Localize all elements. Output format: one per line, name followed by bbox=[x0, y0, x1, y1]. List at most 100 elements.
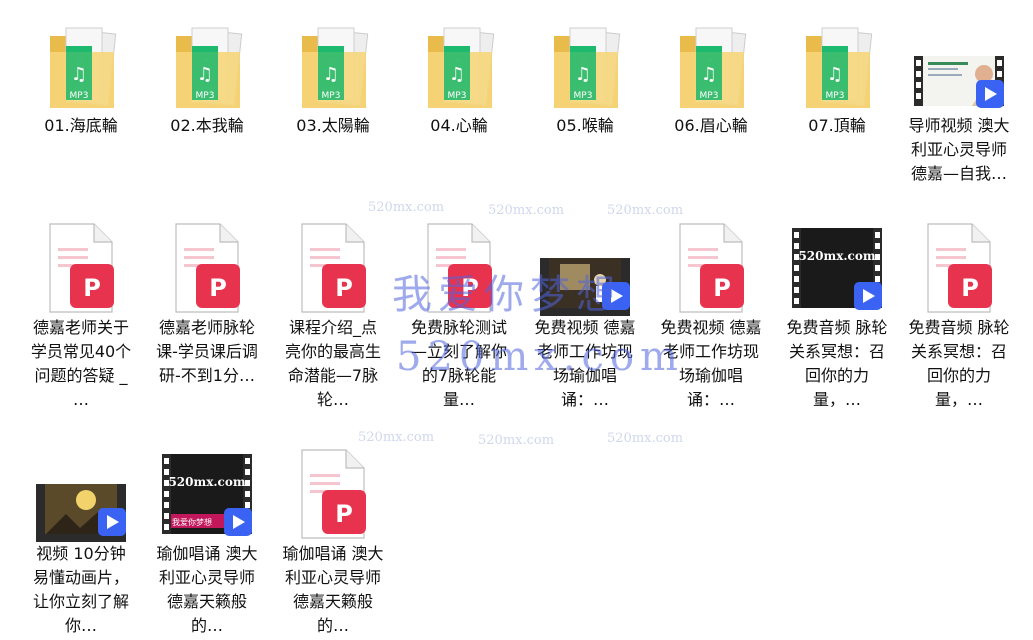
svg-text:我爱你梦想: 我爱你梦想 bbox=[172, 517, 212, 527]
folder-mp3-icon: ♫ MP3 ♫ MP3 bbox=[50, 27, 117, 108]
svg-text:MP3: MP3 bbox=[70, 91, 89, 101]
video-file-item[interactable]: 免费视频 德嘉老师工作坊现场瑜伽唱诵：… bbox=[530, 220, 640, 412]
file-name-label: 04.心輪 bbox=[430, 116, 488, 135]
file-icon[interactable]: 520mx.com bbox=[792, 220, 882, 316]
file-name-label: 02.本我輪 bbox=[170, 116, 244, 135]
pdf-file-item[interactable]: P 德嘉老师脉轮课-学员课后调研-不到1分… bbox=[152, 220, 262, 388]
folder-mp3-icon: ♫ MP3 ♫ MP3 bbox=[680, 27, 747, 108]
file-icon[interactable]: 520mx.com 我爱你梦想 bbox=[162, 446, 252, 542]
video-thumb-icon: 520mx.com bbox=[792, 228, 882, 310]
video-badge-icon bbox=[854, 282, 882, 310]
svg-text:MP3: MP3 bbox=[196, 91, 215, 101]
video-file-item[interactable]: 导师视频 澳大利亚心灵导师德嘉—自我… bbox=[904, 18, 1014, 186]
file-icon[interactable]: P bbox=[666, 220, 756, 316]
file-icon[interactable]: ♫ MP3 ♫ MP3 bbox=[162, 18, 252, 114]
svg-text:MP3: MP3 bbox=[448, 91, 467, 101]
pdf-file-icon: P bbox=[301, 449, 366, 539]
pdf-file-item[interactable]: P 免费音频 脉轮关系冥想：召回你的力量，… bbox=[904, 220, 1014, 412]
folder-item[interactable]: ♫ MP3 ♫ MP3 03.太陽輪 bbox=[278, 18, 388, 138]
file-icon[interactable]: ♫ MP3 ♫ MP3 bbox=[540, 18, 630, 114]
pdf-file-item[interactable]: P 德嘉老师关于学员常见40个问题的答疑 _ … bbox=[26, 220, 136, 412]
folder-item[interactable]: ♫ MP3 ♫ MP3 06.眉心輪 bbox=[656, 18, 766, 138]
file-name-label: 免费音频 脉轮关系冥想：召回你的力量，… bbox=[908, 318, 1010, 409]
file-name-label: 德嘉老师脉轮课-学员课后调研-不到1分… bbox=[156, 318, 258, 385]
file-icon[interactable]: P bbox=[288, 220, 378, 316]
pdf-file-icon: P bbox=[175, 223, 240, 313]
file-name-label: 06.眉心輪 bbox=[674, 116, 748, 135]
file-name-label: 免费视频 德嘉老师工作坊现场瑜伽唱诵：… bbox=[660, 318, 762, 409]
video-thumb-icon: 520mx.com 我爱你梦想 bbox=[162, 454, 252, 536]
video-badge-icon bbox=[98, 508, 126, 536]
svg-text:P: P bbox=[83, 274, 101, 302]
file-name-label: 05.喉輪 bbox=[556, 116, 614, 135]
svg-text:MP3: MP3 bbox=[574, 91, 593, 101]
file-name-label: 03.太陽輪 bbox=[296, 116, 370, 135]
file-name-label: 免费脉轮测试—立刻了解你的7脉轮能量… bbox=[410, 318, 507, 409]
file-icon[interactable]: P bbox=[288, 446, 378, 542]
pdf-file-icon: P bbox=[301, 223, 366, 313]
video-badge-icon bbox=[976, 80, 1004, 108]
svg-text:♫: ♫ bbox=[575, 64, 591, 85]
svg-text:MP3: MP3 bbox=[700, 91, 719, 101]
file-icon[interactable]: ♫ MP3 ♫ MP3 bbox=[414, 18, 504, 114]
pdf-file-icon: P bbox=[679, 223, 744, 313]
pdf-file-item[interactable]: P 瑜伽唱诵 澳大利亚心灵导师德嘉天籁般的… bbox=[278, 446, 388, 638]
svg-text:P: P bbox=[335, 500, 353, 528]
svg-text:P: P bbox=[335, 274, 353, 302]
file-name-label: 导师视频 澳大利亚心灵导师德嘉—自我… bbox=[908, 116, 1010, 183]
svg-text:520mx.com: 520mx.com bbox=[798, 249, 875, 263]
folder-item[interactable]: ♫ MP3 ♫ MP3 07.頂輪 bbox=[782, 18, 892, 138]
file-icon[interactable]: ♫ MP3 ♫ MP3 bbox=[36, 18, 126, 114]
svg-text:P: P bbox=[461, 274, 479, 302]
file-name-label: 免费音频 脉轮关系冥想：召回你的力量，… bbox=[786, 318, 888, 409]
pdf-file-item[interactable]: P 免费脉轮测试—立刻了解你的7脉轮能量… bbox=[404, 220, 514, 412]
pdf-file-icon: P bbox=[427, 223, 492, 313]
video-file-item[interactable]: 视频 10分钟易懂动画片，让你立刻了解你… bbox=[26, 446, 136, 638]
pdf-file-item[interactable]: P 课程介绍_点亮你的最高生命潜能—7脉轮… bbox=[278, 220, 388, 412]
pdf-file-item[interactable]: P 免费视频 德嘉老师工作坊现场瑜伽唱诵：… bbox=[656, 220, 766, 412]
svg-text:♫: ♫ bbox=[323, 64, 339, 85]
file-icon[interactable] bbox=[36, 446, 126, 542]
svg-text:♫: ♫ bbox=[71, 64, 87, 85]
svg-text:♫: ♫ bbox=[701, 64, 717, 85]
file-name-label: 视频 10分钟易懂动画片，让你立刻了解你… bbox=[32, 544, 129, 635]
video-file-item[interactable]: 520mx.com 我爱你梦想 瑜伽唱诵 澳大利亚心灵导师德嘉天籁般的… bbox=[152, 446, 262, 638]
svg-text:P: P bbox=[961, 274, 979, 302]
svg-text:520mx.com: 520mx.com bbox=[168, 475, 245, 489]
file-name-label: 瑜伽唱诵 澳大利亚心灵导师德嘉天籁般的… bbox=[156, 544, 258, 635]
file-name-label: 德嘉老师关于学员常见40个问题的答疑 _ … bbox=[30, 318, 132, 409]
video-thumb-icon bbox=[914, 56, 1004, 108]
svg-text:♫: ♫ bbox=[827, 64, 843, 85]
file-grid: ♫ MP3 ♫ MP3 01.海底輪 ♫ MP3 ♫ MP3 02.本我輪 ♫ … bbox=[0, 0, 1033, 640]
pdf-file-icon: P bbox=[927, 223, 992, 313]
file-icon[interactable]: P bbox=[914, 220, 1004, 316]
file-icon[interactable]: P bbox=[36, 220, 126, 316]
folder-mp3-icon: ♫ MP3 ♫ MP3 bbox=[428, 27, 495, 108]
pdf-file-icon: P bbox=[49, 223, 114, 313]
file-name-label: 瑜伽唱诵 澳大利亚心灵导师德嘉天籁般的… bbox=[282, 544, 384, 635]
video-badge-icon bbox=[224, 508, 252, 536]
folder-item[interactable]: ♫ MP3 ♫ MP3 02.本我輪 bbox=[152, 18, 262, 138]
folder-mp3-icon: ♫ MP3 ♫ MP3 bbox=[176, 27, 243, 108]
svg-text:MP3: MP3 bbox=[826, 91, 845, 101]
file-icon[interactable] bbox=[914, 18, 1004, 114]
video-file-item[interactable]: 520mx.com 免费音频 脉轮关系冥想：召回你的力量，… bbox=[782, 220, 892, 412]
svg-text:♫: ♫ bbox=[197, 64, 213, 85]
file-name-label: 07.頂輪 bbox=[808, 116, 866, 135]
folder-mp3-icon: ♫ MP3 ♫ MP3 bbox=[554, 27, 621, 108]
svg-text:♫: ♫ bbox=[449, 64, 465, 85]
video-badge-icon bbox=[602, 282, 630, 310]
folder-mp3-icon: ♫ MP3 ♫ MP3 bbox=[302, 27, 369, 108]
file-icon[interactable]: ♫ MP3 ♫ MP3 bbox=[288, 18, 378, 114]
folder-item[interactable]: ♫ MP3 ♫ MP3 01.海底輪 bbox=[26, 18, 136, 138]
file-icon[interactable]: P bbox=[162, 220, 252, 316]
file-icon[interactable]: P bbox=[414, 220, 504, 316]
folder-item[interactable]: ♫ MP3 ♫ MP3 05.喉輪 bbox=[530, 18, 640, 138]
svg-text:P: P bbox=[713, 274, 731, 302]
file-icon[interactable]: ♫ MP3 ♫ MP3 bbox=[666, 18, 756, 114]
folder-item[interactable]: ♫ MP3 ♫ MP3 04.心輪 bbox=[404, 18, 514, 138]
file-icon[interactable]: ♫ MP3 ♫ MP3 bbox=[792, 18, 882, 114]
file-name-label: 01.海底輪 bbox=[44, 116, 118, 135]
video-thumb-icon bbox=[540, 258, 630, 316]
file-icon[interactable] bbox=[540, 220, 630, 316]
